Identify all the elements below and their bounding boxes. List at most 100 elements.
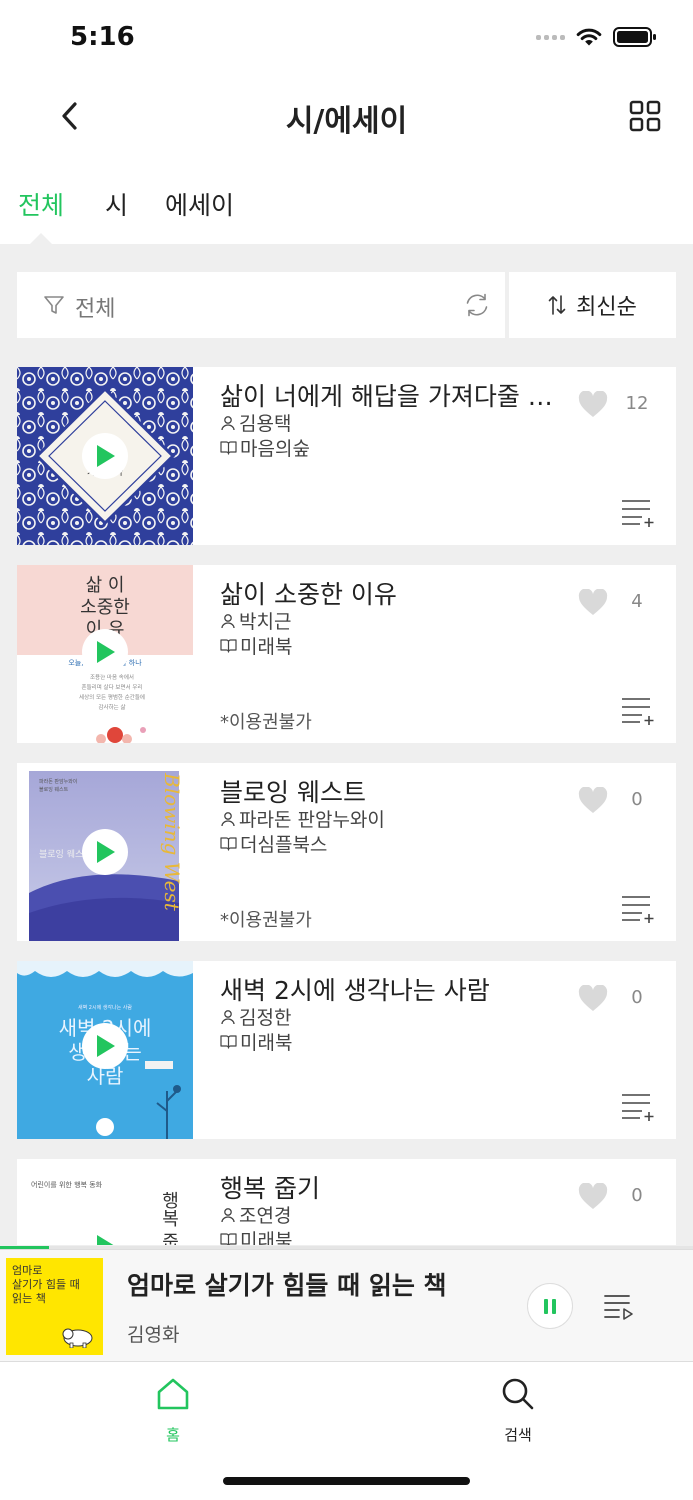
person-icon: [221, 415, 235, 430]
home-icon: [157, 1378, 189, 1410]
person-icon: [221, 613, 235, 628]
nav-search-label: 검색: [504, 1426, 532, 1444]
pause-icon: [544, 1298, 548, 1314]
filter-label: 전체: [75, 297, 116, 322]
heart-icon[interactable]: [578, 391, 608, 419]
cover-text: 행복 줍: [159, 1191, 180, 1245]
author-name: 파라돈 판암누와이: [239, 809, 385, 831]
book-icon: [220, 837, 237, 851]
like-count: 0: [631, 1185, 643, 1206]
page-title: 시/에세이: [285, 104, 408, 139]
cover-text: 블로잉 웨스트: [39, 786, 69, 793]
pause-button[interactable]: [527, 1283, 573, 1329]
signal-icon: [536, 34, 565, 40]
playlist-icon[interactable]: [603, 1291, 635, 1321]
add-to-playlist-icon[interactable]: [620, 497, 656, 527]
status-icons: [536, 26, 657, 48]
heart-icon[interactable]: [578, 787, 608, 815]
publisher-name: 더심플북스: [240, 834, 328, 856]
player-author: 김영화: [127, 1324, 180, 1346]
nav-home-label: 홈: [166, 1426, 180, 1444]
list-item[interactable]: 파라돈 판암누와이 블로잉 웨스트 블로잉 웨스트 Blowing West 블…: [17, 763, 676, 941]
category-tabs: 전체 시 에세이: [0, 164, 693, 244]
mini-player[interactable]: 엄마로 살기가 힘들 때 읽는 책 엄마로 살기가 힘들 때 읽는 책 김영화: [0, 1249, 693, 1361]
play-icon: [97, 641, 115, 663]
battery-icon: [613, 27, 656, 47]
author: 조연경: [220, 1201, 291, 1228]
refresh-icon[interactable]: [463, 291, 491, 319]
book-icon: [220, 1035, 237, 1049]
grid-view-button[interactable]: [625, 96, 665, 136]
play-button[interactable]: [82, 629, 128, 675]
book-title[interactable]: 블로잉 웨스트: [220, 773, 570, 809]
like-count: 4: [631, 591, 643, 612]
book-cover[interactable]: 가져다 다: [17, 367, 193, 545]
list-item[interactable]: 새벽 2시에 생각나는 사람 새벽 2시에 생각나는 사람 새벽 2시에 생각나…: [17, 961, 676, 1139]
nav-home[interactable]: 홈: [133, 1376, 213, 1445]
tab-all[interactable]: 전체: [18, 186, 64, 222]
player-cover[interactable]: 엄마로 살기가 힘들 때 읽는 책: [6, 1258, 103, 1355]
author: 파라돈 판암누와이: [220, 805, 385, 832]
book-cover[interactable]: 어린이를 위한 행복 동화 행복 줍: [17, 1159, 193, 1245]
book-title[interactable]: 삶이 소중한 이유: [220, 575, 570, 611]
search-icon: [502, 1378, 534, 1410]
publisher: 미래북: [220, 632, 292, 659]
nav-search[interactable]: 검색: [478, 1376, 558, 1445]
book-icon: [220, 441, 237, 455]
person-icon: [221, 1009, 235, 1024]
book-title[interactable]: 행복 줍기: [220, 1169, 570, 1205]
cover-text: 파라돈 판암누와이: [39, 778, 77, 785]
cover-text: 세상의 모든 평범한 순간들에: [79, 693, 145, 701]
tab-essay[interactable]: 에세이: [165, 186, 234, 222]
publisher: 더심플북스: [220, 830, 327, 857]
play-button[interactable]: [82, 829, 128, 875]
play-button[interactable]: [82, 1023, 128, 1069]
publisher: 마음의숲: [220, 434, 310, 461]
wifi-icon: [576, 28, 602, 46]
cover-text: Blowing West: [160, 772, 184, 912]
author-name: 김정한: [239, 1007, 292, 1029]
author: 박치근: [220, 607, 291, 634]
publisher: 미래북: [220, 1226, 292, 1245]
cover-text: 소중한: [80, 597, 130, 618]
tab-poem[interactable]: 시: [105, 186, 128, 222]
play-icon: [97, 841, 115, 863]
book-cover[interactable]: 파라돈 판암누와이 블로잉 웨스트 블로잉 웨스트 Blowing West: [17, 763, 193, 941]
player-cover-text: 엄마로 살기가 힘들 때 읽는 책: [12, 1264, 80, 1305]
author-name: 조연경: [239, 1205, 292, 1227]
like-count: 12: [625, 393, 649, 414]
header: 시/에세이: [0, 76, 693, 164]
sort-button[interactable]: 최신순: [509, 272, 676, 338]
list-item[interactable]: 가져다 다 삶이 너에게 해답을 가져다줄 거야 김용택 마음의숲 12: [17, 367, 676, 545]
book-title[interactable]: 삶이 너에게 해답을 가져다줄 거야: [220, 377, 570, 413]
heart-icon[interactable]: [578, 589, 608, 617]
heart-icon[interactable]: [578, 985, 608, 1013]
cover-text: 새벽 2시에 생각나는 사람: [78, 1004, 132, 1011]
book-cover[interactable]: 삶 이 소중한 이 유 오늘, 마음이 고요할 하나 조용한 마음 속에서 흔들…: [17, 565, 193, 743]
publisher-name: 마음의숲: [240, 438, 310, 460]
person-icon: [221, 1207, 235, 1222]
heart-icon[interactable]: [578, 1183, 608, 1211]
player-title[interactable]: 엄마로 살기가 힘들 때 읽는 책: [127, 1266, 447, 1302]
book-cover[interactable]: 새벽 2시에 생각나는 사람 새벽 2시에 생각나는 사람: [17, 961, 193, 1139]
add-to-playlist-icon[interactable]: [620, 1091, 656, 1121]
license-note: *이용권불가: [220, 910, 312, 931]
like-count: 0: [631, 789, 643, 810]
play-button[interactable]: [82, 433, 128, 479]
author-name: 김용택: [239, 413, 292, 435]
filter-button[interactable]: 전체: [17, 272, 505, 338]
like-count: 0: [631, 987, 643, 1008]
status-time: 5:16: [70, 22, 135, 52]
cover-text: 흔들리며 살다 보면서 우리: [82, 683, 143, 691]
book-title[interactable]: 새벽 2시에 생각나는 사람: [220, 971, 570, 1007]
publisher-name: 미래북: [240, 1032, 293, 1054]
list-item[interactable]: 어린이를 위한 행복 동화 행복 줍 행복 줍기 조연경 미래북 0: [17, 1159, 676, 1245]
cover-text: 조용한 마음 속에서: [90, 673, 134, 681]
grid-icon: [629, 100, 661, 132]
publisher-name: 미래북: [240, 636, 293, 658]
cover-text: 삶 이: [86, 575, 125, 596]
list-item[interactable]: 삶 이 소중한 이 유 오늘, 마음이 고요할 하나 조용한 마음 속에서 흔들…: [17, 565, 676, 743]
cover-text: 감사하는 삶: [98, 703, 125, 711]
add-to-playlist-icon[interactable]: [620, 893, 656, 923]
add-to-playlist-icon[interactable]: [620, 695, 656, 725]
